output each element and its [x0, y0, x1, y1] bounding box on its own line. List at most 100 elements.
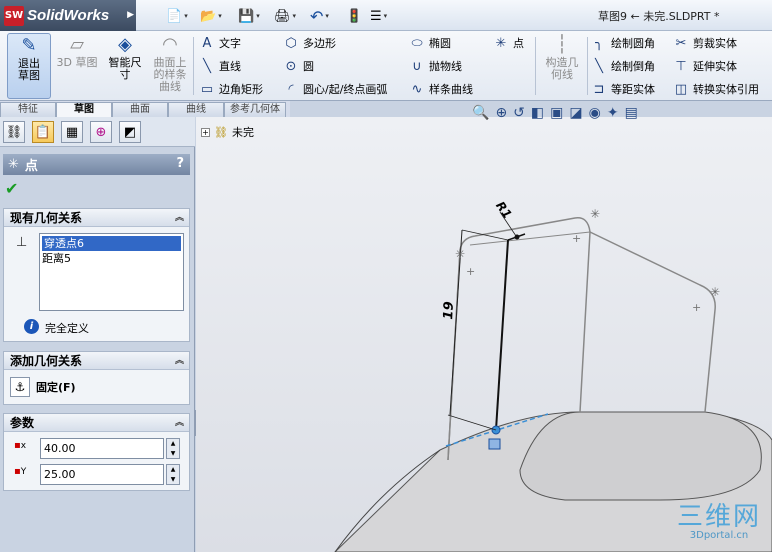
convert-icon: ◫: [674, 81, 688, 97]
graphics-area[interactable]: ✳ ✳ ✳ + + + R1 19: [196, 117, 772, 552]
extend-entities-tool[interactable]: ⊤ 延伸实体: [672, 56, 737, 76]
spline-icon: ∿: [411, 81, 423, 97]
previous-view-icon[interactable]: ↺: [513, 105, 525, 127]
extend-icon: ⊤: [675, 58, 687, 74]
new-document-icon[interactable]: 📄 ▾: [166, 6, 188, 26]
x-coordinate-icon: ▪x: [14, 440, 27, 451]
menu-arrow-icon[interactable]: ▶: [127, 10, 134, 20]
info-icon: i: [24, 319, 39, 334]
chamfer-icon: ╲: [595, 58, 603, 74]
y-spinner[interactable]: ▲ ▼: [166, 464, 180, 485]
length-dimension-label[interactable]: 19: [441, 301, 457, 320]
3d-sketch-button[interactable]: ▱ 3D 草图: [56, 33, 98, 99]
ellipse-tool[interactable]: ⬭ 椭圆: [408, 33, 451, 53]
open-folder-icon[interactable]: 📂 ▾: [200, 6, 222, 26]
tab-surfaces[interactable]: 曲面: [112, 102, 168, 117]
existing-relations-header[interactable]: 现有几何关系 ︽: [4, 209, 189, 227]
property-manager-tab-icon[interactable]: 📋: [32, 121, 54, 143]
construction-geometry-button[interactable]: ┆ 构造几何线: [540, 33, 584, 99]
print-icon[interactable]: 🖨 ▾: [274, 6, 296, 26]
tab-curves[interactable]: 曲线: [168, 102, 224, 117]
add-relations-group: 添加几何关系 ︽ ⚓ 固定(F): [3, 351, 190, 405]
list-item[interactable]: 穿透点6: [42, 236, 181, 251]
display-style-icon[interactable]: ◪: [569, 105, 582, 127]
parabola-tool[interactable]: ∪ 抛物线: [408, 56, 462, 76]
smart-dimension-label: 智能尺寸: [108, 56, 142, 81]
surface-spline-button[interactable]: ◠ 曲面上的样条曲线: [150, 33, 190, 99]
tab-reference-geometry[interactable]: 参考几何体: [224, 102, 286, 117]
point-marker-icon: ✳: [455, 247, 465, 261]
smart-dimension-button[interactable]: ◈ 智能尺寸: [104, 33, 146, 99]
y-coordinate-icon: ▪Y: [14, 466, 27, 477]
part-name[interactable]: 未完: [232, 124, 254, 140]
document-title: 草图9 ← 未完.SLDPRT *: [598, 10, 720, 23]
polygon-tool[interactable]: ⬡ 多边形: [282, 33, 336, 53]
circle-tool[interactable]: ⊙ 圆: [282, 56, 314, 76]
y-coordinate-row: ▪Y 25.00 ▲ ▼: [10, 464, 186, 486]
point-tool[interactable]: ✳ 点: [492, 33, 524, 53]
tab-features[interactable]: 特征: [0, 102, 56, 117]
parameters-header[interactable]: 参数 ︽: [4, 414, 189, 432]
3d-sketch-label: 3D 草图: [56, 56, 98, 69]
undo-icon[interactable]: ↶ ▾: [310, 6, 329, 26]
command-manager-ribbon: ✎ 退出草图 ▱ 3D 草图 ◈ 智能尺寸 ◠ 曲面上的样条曲线 A 文字 ╲ 直线…: [0, 31, 772, 101]
collapse-icon[interactable]: ︽: [175, 352, 184, 370]
parabola-icon: ∪: [412, 58, 422, 74]
save-icon[interactable]: 💾 ▾: [238, 6, 260, 26]
trim-entities-tool[interactable]: ✂ 剪裁实体: [672, 33, 737, 53]
fix-relation-button[interactable]: ⚓ 固定(F): [10, 376, 76, 398]
zoom-area-icon[interactable]: ⊕: [495, 105, 507, 127]
expand-icon[interactable]: +: [201, 127, 210, 137]
dimxpert-tab-icon[interactable]: ⊕: [90, 121, 112, 143]
feature-manager-tab-icon[interactable]: ⛓: [3, 121, 25, 143]
hide-show-items-icon[interactable]: ◉: [589, 105, 601, 127]
view-orientation-icon[interactable]: ▣: [550, 105, 563, 127]
zoom-to-fit-icon[interactable]: 🔍: [472, 105, 489, 127]
x-coordinate-input[interactable]: 40.00: [40, 438, 164, 459]
corner-rectangle-tool[interactable]: ▭ 边角矩形: [198, 79, 263, 99]
edit-appearance-icon[interactable]: ✦: [607, 105, 619, 127]
line-tool[interactable]: ╲ 直线: [198, 56, 241, 76]
spline-tool[interactable]: ∿ 样条曲线: [408, 79, 473, 99]
sketch-canvas[interactable]: ✳ ✳ ✳ + + +: [196, 117, 772, 552]
list-item[interactable]: 距离5: [40, 251, 183, 266]
exit-sketch-button[interactable]: ✎ 退出草图: [7, 33, 51, 99]
sketch-profile-right: [589, 231, 716, 413]
display-manager-tab-icon[interactable]: ◩: [119, 121, 141, 143]
rebuild-traffic-light-icon[interactable]: 🚦: [346, 6, 362, 26]
surface-spline-label: 曲面上的样条曲线: [153, 56, 187, 93]
x-coordinate-row: ▪x 40.00 ▲ ▼: [10, 438, 186, 460]
configuration-manager-tab-icon[interactable]: ▦: [61, 121, 83, 143]
property-manager-title: 点: [24, 159, 38, 174]
offset-entities-tool[interactable]: ⊐ 等距实体: [590, 79, 655, 99]
panel-tab-strip: ⛓ 📋 ▦ ⊕ ◩: [0, 117, 195, 147]
existing-relations-group: 现有几何关系 ︽ ⊥ 穿透点6 距离5 i 完全定义: [3, 208, 190, 342]
solidworks-logo[interactable]: SW SolidWorks ▶: [0, 0, 136, 31]
section-view-icon[interactable]: ◧: [531, 105, 544, 127]
definition-status: 完全定义: [45, 322, 89, 335]
y-coordinate-input[interactable]: 25.00: [40, 464, 164, 485]
feature-tree-flyout: + ⛓ 未完: [201, 124, 254, 140]
center-arc-tool[interactable]: ◜ 圆心/起/终点画弧: [282, 79, 387, 99]
watermark-logo: 三维网: [676, 502, 761, 532]
surface-spline-icon: ◠: [162, 34, 178, 55]
apply-scene-icon[interactable]: ▤: [625, 105, 638, 127]
ribbon-separator: [193, 37, 194, 95]
sketch-chamfer-tool[interactable]: ╲ 绘制倒角: [590, 56, 655, 76]
add-relations-header[interactable]: 添加几何关系 ︽: [4, 352, 189, 370]
sketch-fillet-tool[interactable]: ╮ 绘制圆角: [590, 33, 655, 53]
help-icon[interactable]: ?: [176, 156, 184, 171]
convert-entities-tool[interactable]: ◫ 转换实体引用: [672, 79, 759, 99]
text-tool[interactable]: A 文字: [198, 33, 241, 53]
part-icon: ⛓: [214, 125, 228, 139]
relations-list[interactable]: 穿透点6 距离5: [39, 233, 184, 311]
origin-marker-icon: +: [466, 265, 475, 278]
tab-sketch[interactable]: 草图: [56, 102, 112, 117]
ribbon-separator: [535, 37, 536, 95]
collapse-icon[interactable]: ︽: [175, 414, 184, 432]
collapse-icon[interactable]: ︽: [175, 209, 184, 227]
ok-check-icon[interactable]: ✔: [5, 179, 18, 198]
options-icon[interactable]: ☰ ▾: [370, 6, 387, 26]
smart-dimension-icon: ◈: [118, 34, 132, 55]
x-spinner[interactable]: ▲ ▼: [166, 438, 180, 459]
